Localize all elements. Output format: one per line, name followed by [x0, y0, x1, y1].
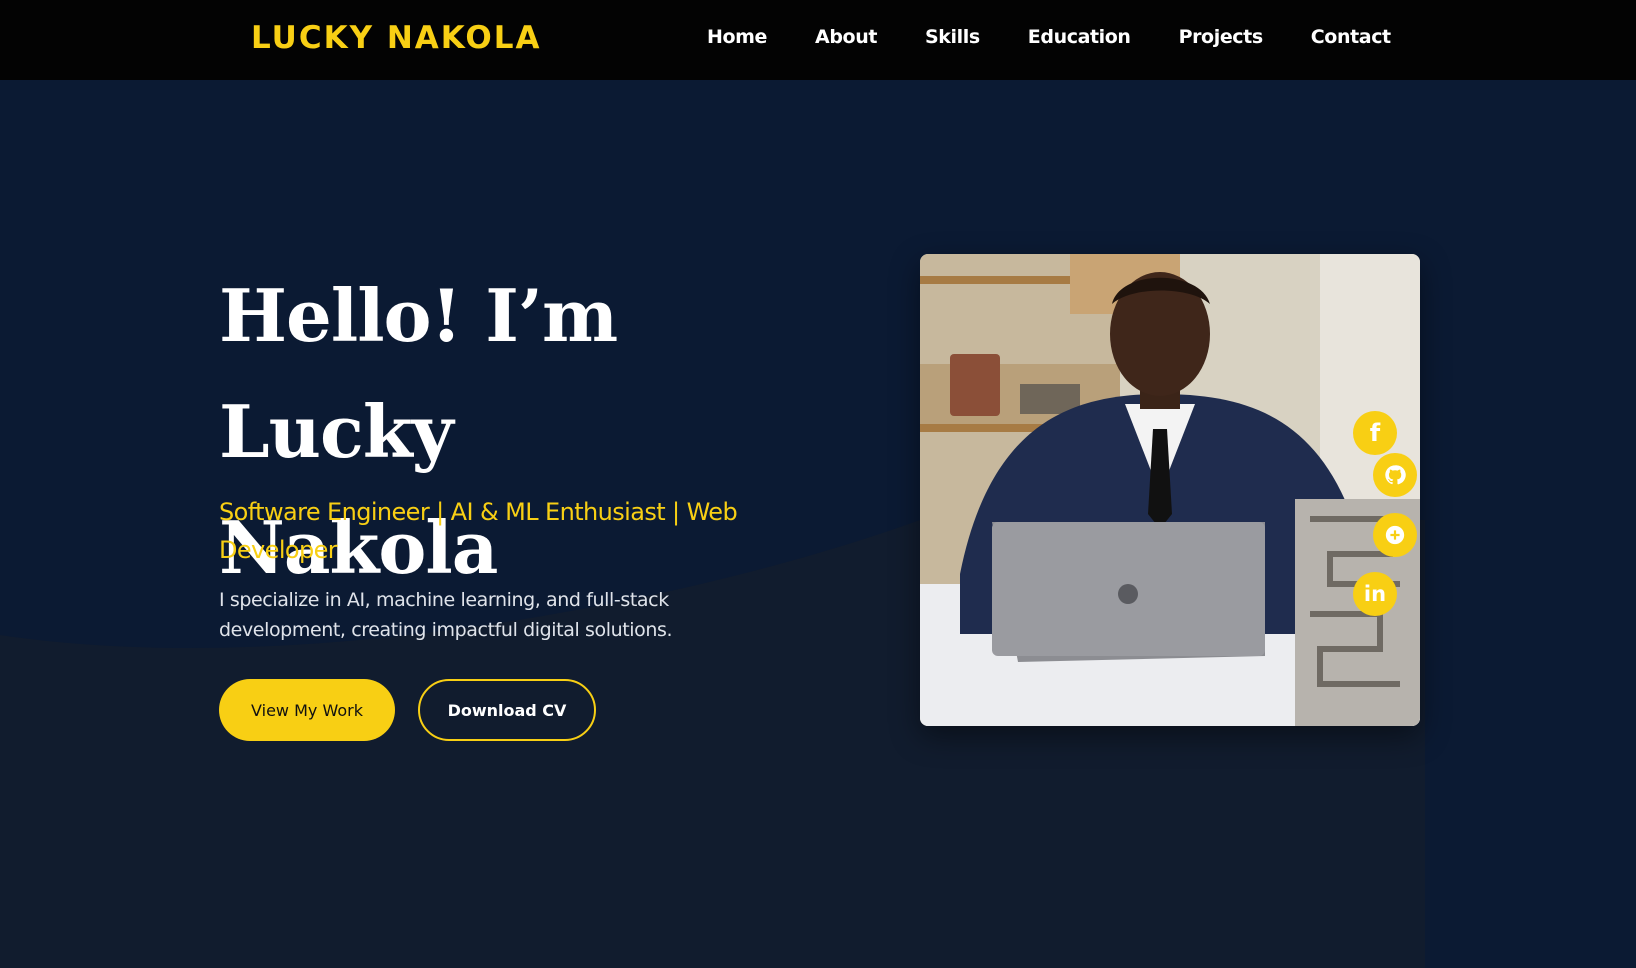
hero-subtitle: Software Engineer | AI & ML Enthusiast |…	[219, 498, 738, 564]
nav-item-education: Education	[1028, 26, 1131, 48]
nav-item-projects: Projects	[1179, 26, 1264, 48]
nav-item-contact: Contact	[1311, 26, 1391, 48]
hero-description: I specialize in AI, machine learning, an…	[219, 589, 673, 641]
view-my-work-button[interactable]: View My Work	[219, 679, 395, 741]
nav-menu: Home About Skills Education Projects Con…	[707, 26, 1391, 48]
nav-link-projects[interactable]: Projects	[1179, 26, 1264, 48]
nav-link-skills[interactable]: Skills	[925, 26, 980, 48]
facebook-icon: f	[1369, 419, 1381, 447]
download-cv-button[interactable]: Download CV	[418, 679, 596, 741]
linkedin-link[interactable]: in	[1353, 572, 1397, 616]
nav-link-contact[interactable]: Contact	[1311, 26, 1391, 48]
nav-link-about[interactable]: About	[815, 26, 877, 48]
nav-link-home[interactable]: Home	[707, 26, 767, 48]
profile-photo	[920, 254, 1420, 726]
navbar: LUCKY NAKOLA Home About Skills Education…	[0, 0, 1636, 80]
plus-circle-link[interactable]	[1373, 513, 1417, 557]
circle-plus-icon	[1385, 525, 1405, 545]
profile-photo-illustration	[920, 254, 1420, 726]
brand-logo[interactable]: LUCKY NAKOLA	[251, 20, 542, 56]
hero-title-line-1: Hello! I’m Lucky	[219, 273, 618, 474]
github-link[interactable]	[1373, 453, 1417, 497]
nav-item-about: About	[815, 26, 877, 48]
nav-item-home: Home	[707, 26, 767, 48]
nav-link-education[interactable]: Education	[1028, 26, 1131, 48]
facebook-link[interactable]: f	[1353, 411, 1397, 455]
linkedin-icon: in	[1363, 582, 1387, 606]
github-icon	[1385, 465, 1406, 485]
nav-item-skills: Skills	[925, 26, 980, 48]
